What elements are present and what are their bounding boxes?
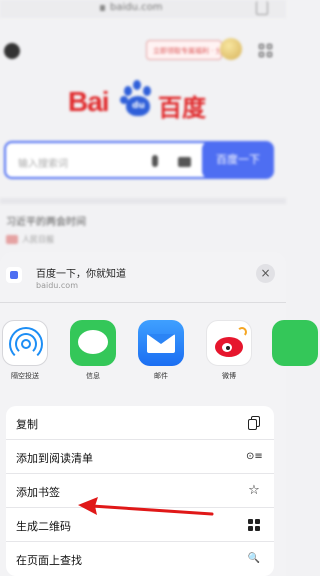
action-add-to-reading-list[interactable]: 添加到阅读清单 ⊙≡	[6, 440, 274, 474]
action-label: 在页面上查找	[16, 554, 82, 567]
avatar[interactable]	[4, 43, 20, 59]
baidu-logo: Bai du 百度	[68, 80, 218, 124]
header-divider	[0, 302, 286, 303]
share-app-airdrop[interactable]: 隔空投送	[0, 320, 52, 381]
news-title[interactable]: 习近平的两会时间	[6, 213, 86, 228]
share-app-mail[interactable]: 邮件	[134, 320, 188, 381]
share-app-label: 隔空投送	[11, 372, 39, 380]
action-find-on-page[interactable]: 在页面上查找 🔍	[6, 542, 274, 576]
share-actions-list: 复制 添加到阅读清单 ⊙≡ 添加书签 ☆ 生成二维码 在页面上查找 🔍	[6, 406, 274, 576]
site-favicon-icon	[6, 267, 22, 283]
coin-icon[interactable]	[220, 38, 242, 60]
share-app-label: 信息	[86, 372, 100, 380]
action-label: 复制	[16, 418, 38, 431]
copy-icon	[246, 415, 262, 431]
messages-icon	[70, 320, 116, 366]
share-app-messages[interactable]: 信息	[66, 320, 120, 381]
section-divider	[0, 198, 286, 204]
logo-bai-text: Bai	[68, 86, 110, 117]
share-sheet: 百度一下，你就知道 baidu.com × 隔空投送 信息 邮件 微博 复制 添…	[0, 252, 318, 576]
paw-icon: du	[118, 80, 158, 120]
airdrop-icon	[2, 320, 48, 366]
action-copy[interactable]: 复制	[6, 406, 274, 440]
search-button[interactable]: 百度一下	[202, 141, 274, 179]
share-apps-row: 隔空投送 信息 邮件 微博	[0, 320, 318, 390]
grid-menu-icon[interactable]	[259, 44, 273, 58]
annotation-arrow-icon	[78, 497, 214, 516]
search-icon: 🔍	[247, 553, 261, 564]
promo-banner[interactable]: 立即领取专属福利 · 分享红包	[146, 40, 222, 60]
mail-icon	[138, 320, 184, 366]
camera-icon[interactable]	[178, 157, 191, 167]
microphone-icon[interactable]	[152, 155, 158, 167]
search-placeholder: 输入搜索词	[18, 159, 68, 170]
close-button[interactable]: ×	[256, 264, 275, 283]
reading-list-icon: ⊙≡	[246, 451, 263, 462]
action-label: 生成二维码	[16, 520, 71, 533]
news-source: 人民日报	[22, 235, 54, 244]
action-label: 添加书签	[16, 486, 60, 499]
share-icon[interactable]	[256, 1, 268, 15]
share-sheet-header: 百度一下，你就知道 baidu.com ×	[0, 252, 286, 296]
lock-icon	[100, 5, 105, 11]
site-subtitle: baidu.com	[36, 281, 78, 290]
news-meta: 人民日报	[6, 234, 54, 245]
share-app-weibo[interactable]: 微博	[202, 320, 256, 381]
url-text: baidu.com	[110, 2, 163, 13]
logo-du-text: du	[132, 101, 145, 111]
app-icon	[272, 320, 318, 366]
search-input[interactable]: 输入搜索词	[4, 141, 218, 179]
share-app-more[interactable]	[268, 320, 320, 371]
action-label: 添加到阅读清单	[16, 452, 93, 465]
qr-code-icon	[246, 517, 262, 533]
share-app-label: 微博	[222, 372, 236, 380]
star-icon: ☆	[248, 483, 260, 498]
share-app-label: 邮件	[154, 372, 168, 380]
address-bar[interactable]: baidu.com	[0, 0, 286, 18]
weibo-icon	[206, 320, 252, 366]
site-title: 百度一下，你就知道	[36, 269, 126, 280]
logo-chinese-text: 百度	[158, 94, 206, 122]
